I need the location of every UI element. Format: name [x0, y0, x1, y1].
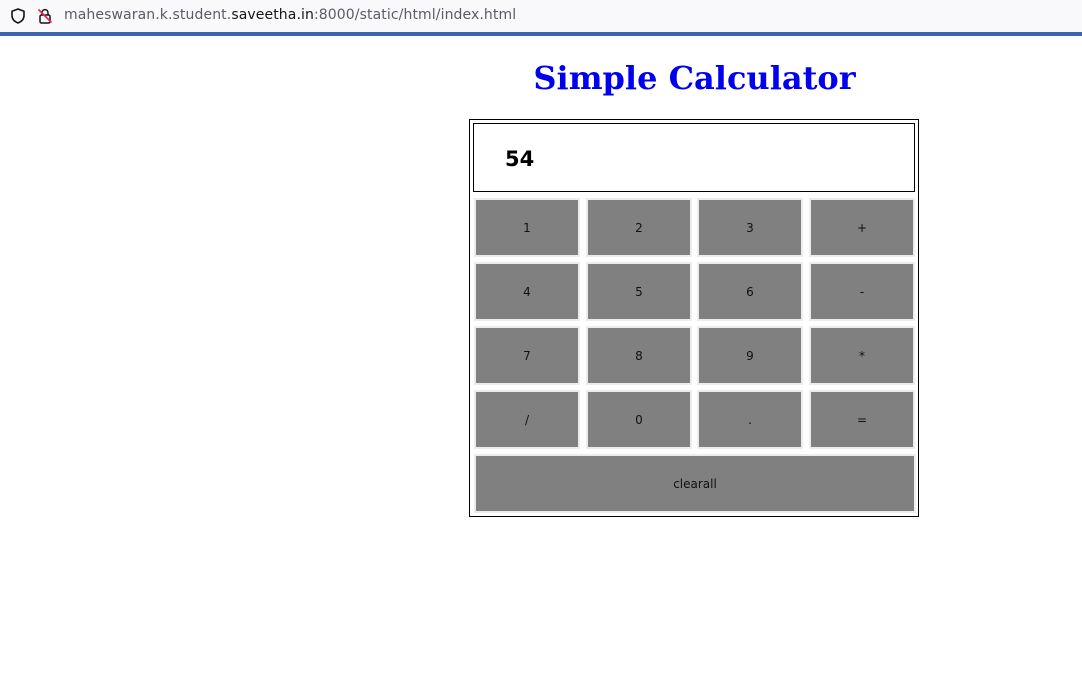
key-1[interactable]: 1 — [474, 198, 580, 257]
key-9[interactable]: 9 — [697, 326, 803, 385]
url-suffix: :8000/static/html/index.html — [313, 7, 517, 23]
key-equals[interactable]: = — [809, 390, 915, 449]
page-title: Simple Calculator — [533, 59, 856, 97]
calculator: 54 1 2 3 + 4 5 6 - 7 8 9 * / 0 . = clear… — [469, 119, 919, 517]
key-plus[interactable]: + — [809, 198, 915, 257]
key-6[interactable]: 6 — [697, 262, 803, 321]
key-minus[interactable]: - — [809, 262, 915, 321]
display-value: 54 — [505, 147, 535, 171]
key-3[interactable]: 3 — [697, 198, 803, 257]
browser-address-bar[interactable]: maheswaran.k.student.saveetha.in:8000/st… — [0, 0, 1082, 36]
shield-icon[interactable] — [11, 8, 25, 24]
key-8[interactable]: 8 — [586, 326, 692, 385]
calculator-display: 54 — [473, 123, 915, 192]
key-0[interactable]: 0 — [586, 390, 692, 449]
clear-all-button[interactable]: clearall — [474, 454, 916, 513]
insecure-lock-icon[interactable] — [37, 8, 53, 24]
key-divide[interactable]: / — [474, 390, 580, 449]
url-prefix: maheswaran.k.student. — [64, 7, 232, 23]
key-multiply[interactable]: * — [809, 326, 915, 385]
key-4[interactable]: 4 — [474, 262, 580, 321]
key-2[interactable]: 2 — [586, 198, 692, 257]
key-7[interactable]: 7 — [474, 326, 580, 385]
key-5[interactable]: 5 — [586, 262, 692, 321]
key-decimal[interactable]: . — [697, 390, 803, 449]
url-domain: saveetha.in — [231, 7, 314, 23]
url-text[interactable]: maheswaran.k.student.saveetha.in:8000/st… — [64, 7, 516, 23]
